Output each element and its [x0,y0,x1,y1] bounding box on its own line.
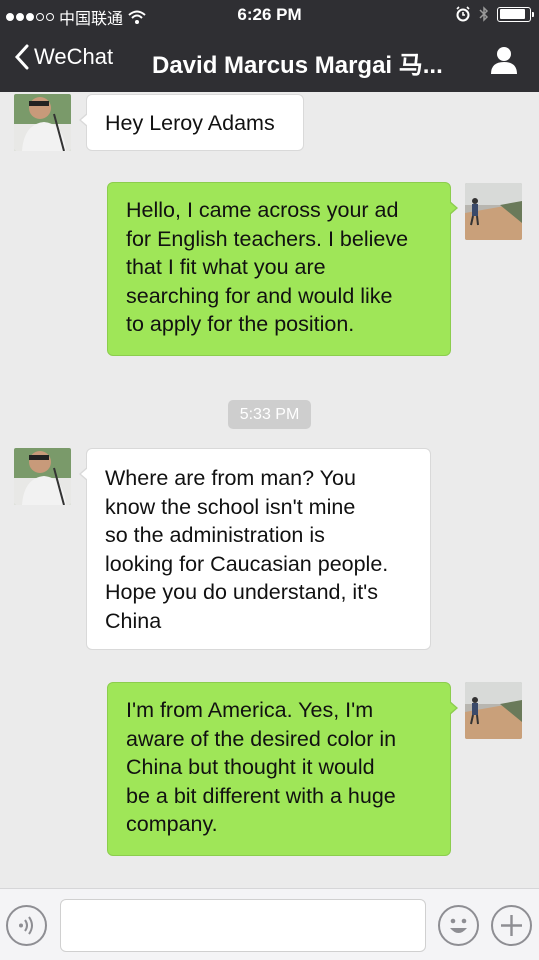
alarm-icon [456,6,470,22]
top-bar: 中国联通 6:26 PM WeChat David Marcus Margai … [0,0,539,92]
nav-bar: WeChat David Marcus Margai 马... [0,30,539,92]
message-bubble-incoming[interactable]: Where are from man? You know the school … [79,448,431,650]
message-text: I'm from America. Yes, I'm aware of the … [126,698,397,837]
message-input[interactable] [60,899,426,952]
contact-avatar[interactable] [14,448,71,505]
chevron-left-icon [14,44,29,70]
user-avatar[interactable] [465,682,522,739]
emoji-button[interactable] [438,905,479,946]
person-icon[interactable] [489,45,519,75]
voice-button[interactable] [6,905,47,946]
emoji-icon [450,918,467,933]
back-button[interactable]: WeChat [14,44,113,70]
status-bar: 中国联通 6:26 PM [0,0,539,30]
message-bubble-outgoing[interactable]: I'm from America. Yes, I'm aware of the … [107,682,458,856]
bluetooth-icon [479,6,489,22]
message-text: Where are from man? You know the school … [105,466,389,633]
message-bubble-incoming[interactable]: Hey Leroy Adams [79,94,304,151]
message-text: Hello, I came across your ad for English… [126,198,409,337]
contact-avatar[interactable] [14,94,71,151]
plus-icon [501,915,522,936]
chat-title: David Marcus Margai 马... [152,52,443,79]
message-text: Hey Leroy Adams [105,111,275,135]
voice-icon [19,916,33,935]
timestamp-badge: 5:33 PM [228,400,311,429]
battery-icon [497,6,534,22]
back-label: WeChat [34,44,114,69]
user-avatar[interactable] [465,183,522,240]
chat-history[interactable]: Hey Leroy Adams Hello, I came across you… [0,92,539,888]
status-right [455,6,534,22]
input-bar [0,888,539,960]
more-button[interactable] [491,905,532,946]
message-bubble-outgoing[interactable]: Hello, I came across your ad for English… [107,182,458,356]
